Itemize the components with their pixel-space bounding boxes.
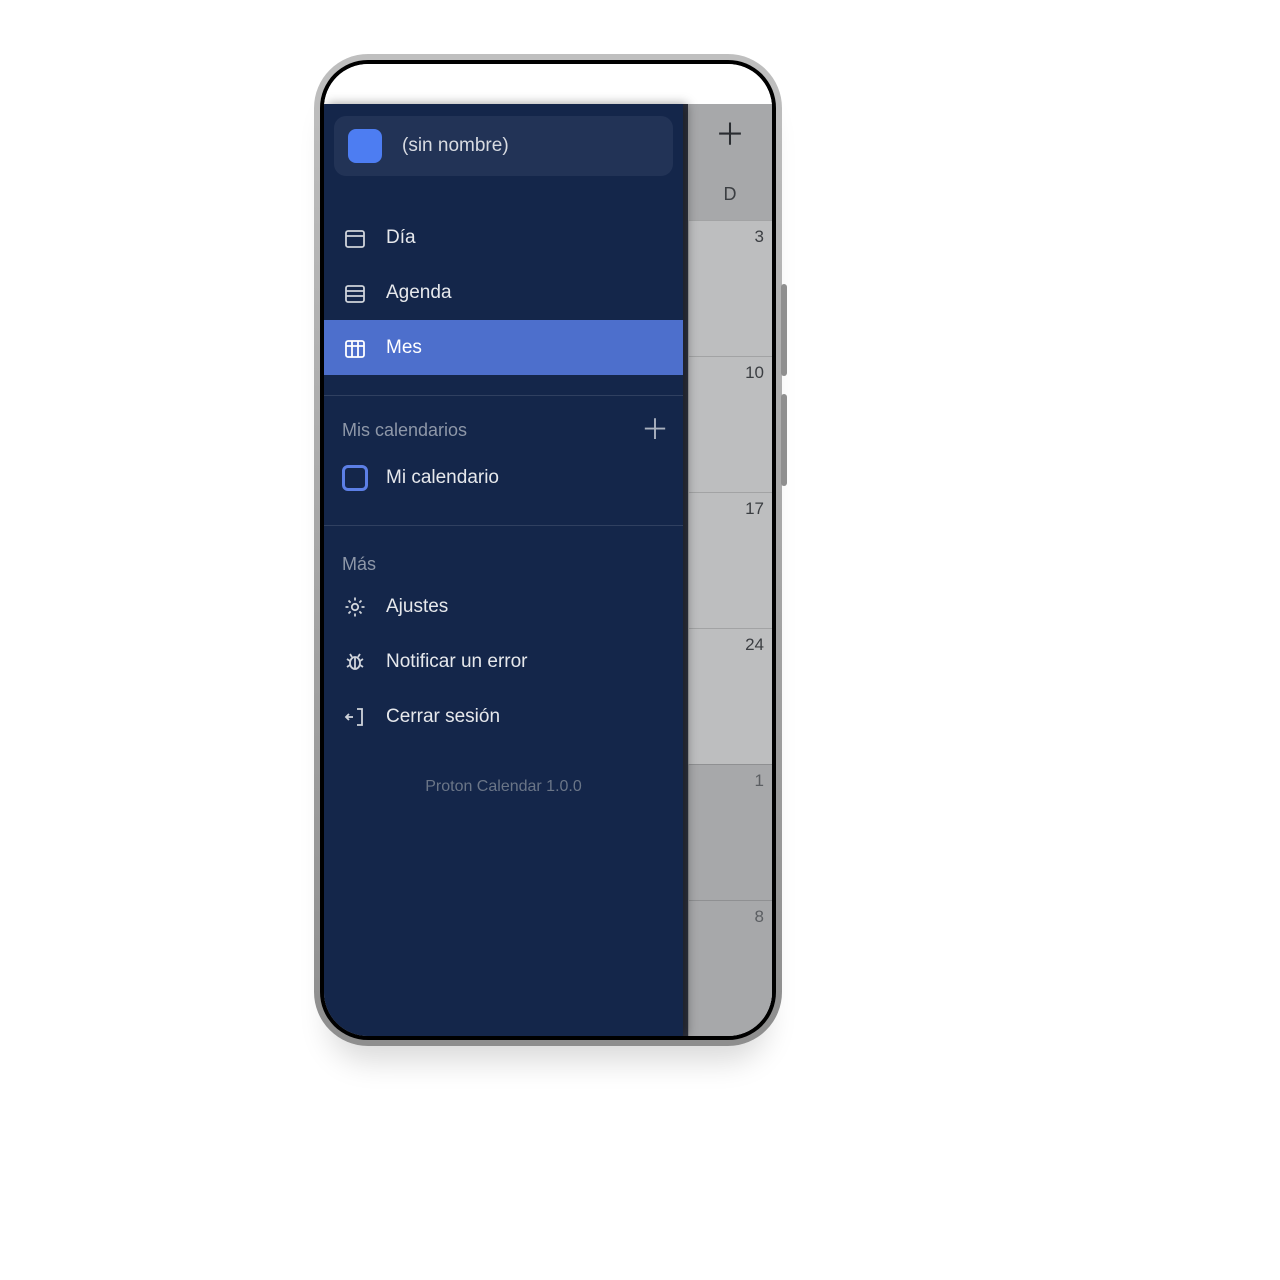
more-section-header: Más [324,540,683,579]
settings-label: Ajustes [386,596,448,618]
nav-drawer: (sin nombre) Día [324,104,683,1036]
view-day-label: Día [386,227,416,249]
profile-name: (sin nombre) [402,135,509,157]
add-calendar-icon[interactable]: ＋ [641,416,669,444]
status-bar [324,64,772,104]
view-month-label: Mes [386,337,422,359]
logout-item[interactable]: Cerrar sesión [324,689,683,744]
view-agenda-label: Agenda [386,282,452,304]
my-calendars-header: Mis calendarios [342,420,467,441]
calendar-day-icon [342,226,368,250]
calendar-agenda-icon [342,281,368,305]
phone-frame: ＋ D 3 10 17 24 1 8 (sin nombre) [314,54,782,1046]
volume-button [781,284,787,376]
date-cell[interactable]: 24 [688,628,772,764]
calendar-item-label: Mi calendario [386,467,499,489]
profile-pill[interactable]: (sin nombre) [334,116,673,176]
bug-icon [342,650,368,674]
date-cell[interactable]: 3 [688,220,772,356]
profile-color-swatch [348,129,382,163]
view-month[interactable]: Mes [324,320,683,375]
date-cell[interactable]: 1 [688,764,772,900]
calendar-list-item[interactable]: Mi calendario [324,450,683,505]
weekday-header: D [688,168,772,220]
report-bug-item[interactable]: Notificar un error [324,634,683,689]
view-day[interactable]: Día [324,210,683,265]
app-body: ＋ D 3 10 17 24 1 8 (sin nombre) [324,104,772,1036]
calendar-column-peek: ＋ D 3 10 17 24 1 8 [688,104,772,1036]
calendar-month-icon [342,336,368,360]
calendar-checkbox[interactable] [342,465,368,491]
view-agenda[interactable]: Agenda [324,265,683,320]
settings-item[interactable]: Ajustes [324,579,683,634]
power-button [781,394,787,486]
gear-icon [342,595,368,619]
logout-icon [342,705,368,729]
date-cell[interactable]: 8 [688,900,772,1036]
add-event-icon[interactable]: ＋ [715,121,745,151]
date-cell[interactable]: 17 [688,492,772,628]
date-cell[interactable]: 10 [688,356,772,492]
screen: ＋ D 3 10 17 24 1 8 (sin nombre) [324,64,772,1036]
logout-label: Cerrar sesión [386,706,500,728]
report-bug-label: Notificar un error [386,651,528,673]
app-version: Proton Calendar 1.0.0 [324,778,683,796]
